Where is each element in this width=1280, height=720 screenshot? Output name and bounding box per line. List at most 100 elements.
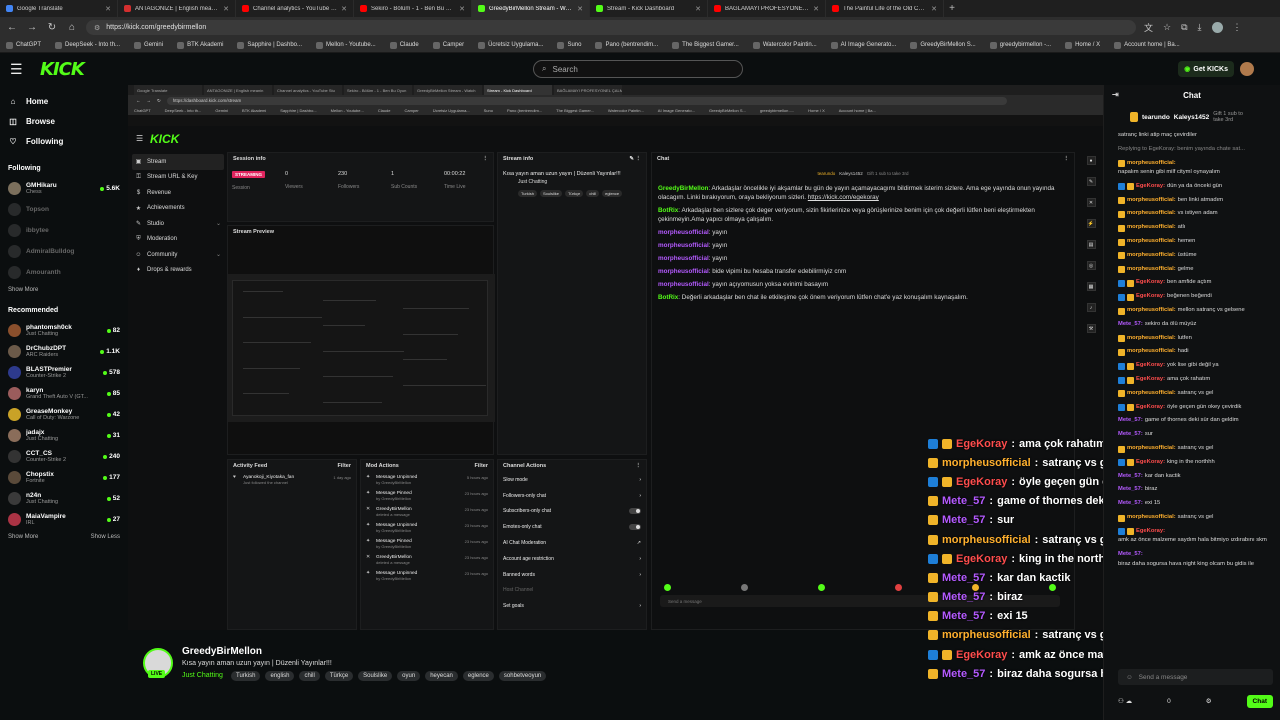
- stream-tag[interactable]: Soulslike: [358, 671, 393, 681]
- tab-close-icon[interactable]: ✕: [223, 5, 229, 13]
- show-more-recommended-link[interactable]: Show More: [8, 534, 38, 540]
- sidebar-nav-browse[interactable]: ◫ Browse: [8, 111, 120, 131]
- browser-tab[interactable]: Channel analytics - YouTube Studi ✕: [236, 0, 354, 17]
- channel-item[interactable]: jadajx Just Chatting 31: [8, 425, 120, 446]
- bookmark-item[interactable]: Pano (bentrendim...: [595, 41, 658, 49]
- chat-input[interactable]: ☺ Send a message: [1118, 669, 1273, 685]
- emoji-icon[interactable]: ☺: [1126, 674, 1133, 681]
- url-field[interactable]: ⚙ https://kick.com/greedybirmellon: [86, 20, 1136, 35]
- browser-tab[interactable]: ANTAGONIZE | English meaning - ✕: [118, 0, 236, 17]
- channel-item[interactable]: BLASTPremier Counter-Strike 2 578: [8, 362, 120, 383]
- browser-tab[interactable]: GreedyBirMellon Stream - Watch ✕: [472, 0, 590, 17]
- reload-icon[interactable]: ↻: [46, 22, 58, 33]
- bookmark-star-icon[interactable]: ☆: [1163, 22, 1171, 33]
- chat-username[interactable]: EgeKoray:: [1136, 376, 1165, 384]
- forward-icon[interactable]: →: [26, 22, 38, 33]
- chat-username[interactable]: Mete_57:: [1118, 431, 1143, 439]
- chat-username[interactable]: morpheusofficial:: [1127, 238, 1176, 246]
- chat-username[interactable]: morpheusofficial:: [1127, 390, 1176, 398]
- bookmark-item[interactable]: Claude: [389, 41, 419, 49]
- get-kicks-button[interactable]: ◉ Get KICKs: [1178, 61, 1234, 77]
- channel-item[interactable]: DrChubzDPT ARC Raiders 1.1K: [8, 341, 120, 362]
- tab-close-icon[interactable]: ✕: [813, 5, 819, 13]
- chat-username[interactable]: morpheusofficial:: [1127, 266, 1176, 274]
- channel-item[interactable]: phantomsh0ck Just Chatting 82: [8, 320, 120, 341]
- bookmark-item[interactable]: Ücretsiz Uygulama...: [478, 41, 543, 49]
- tab-close-icon[interactable]: ✕: [577, 5, 583, 13]
- channel-item[interactable]: CCT_CS Counter-Strike 2 240: [8, 446, 120, 467]
- chat-username[interactable]: morpheusofficial:: [1127, 445, 1176, 453]
- home-icon[interactable]: ⌂: [66, 22, 78, 33]
- tab-close-icon[interactable]: ✕: [459, 5, 465, 13]
- search-input[interactable]: ⌕ Search: [533, 60, 743, 78]
- tab-close-icon[interactable]: ✕: [695, 5, 701, 13]
- bookmark-item[interactable]: Account home | Ba...: [1114, 41, 1180, 49]
- stream-tag[interactable]: Turkish: [231, 671, 261, 681]
- bookmark-item[interactable]: GreedyBirMellon S...: [910, 41, 976, 49]
- browser-tab[interactable]: BAĞLAMAYI PROFESYONEL ÇALM ✕: [708, 0, 826, 17]
- stream-tag[interactable]: oyun: [397, 671, 421, 681]
- tab-close-icon[interactable]: ✕: [931, 5, 937, 13]
- chat-username[interactable]: Mete_57:: [1118, 486, 1143, 494]
- chat-username[interactable]: morpheusofficial:: [1127, 160, 1176, 168]
- back-icon[interactable]: ←: [6, 22, 18, 33]
- sidebar-nav-home[interactable]: ⌂ Home: [8, 91, 120, 111]
- chat-settings-icon[interactable]: ⚙: [1206, 697, 1212, 705]
- translate-icon[interactable]: 文: [1144, 21, 1153, 34]
- chat-username[interactable]: morpheusofficial:: [1127, 224, 1176, 232]
- chat-username[interactable]: morpheusofficial:: [1127, 348, 1176, 356]
- chat-username[interactable]: EgeKoray:: [1136, 293, 1165, 301]
- bookmark-item[interactable]: greedybirmellon -...: [989, 41, 1051, 49]
- chat-username[interactable]: EgeKoray:: [1136, 362, 1165, 370]
- bookmark-item[interactable]: Gemini: [134, 41, 163, 49]
- chat-username[interactable]: EgeKoray:: [1136, 404, 1165, 412]
- bookmark-item[interactable]: Sapphire | Dashbo...: [237, 41, 302, 49]
- extensions-icon[interactable]: ⧉: [1181, 22, 1187, 33]
- chat-username[interactable]: Mete_57:: [1118, 417, 1143, 425]
- chat-username[interactable]: morpheusofficial:: [1127, 335, 1176, 343]
- bookmark-item[interactable]: Watercolor Paintin...: [752, 41, 817, 49]
- chat-username[interactable]: Mete_57:: [1118, 473, 1143, 481]
- channel-item[interactable]: AdmiralBulldog: [8, 241, 120, 262]
- sidebar-nav-following[interactable]: ♡ Following: [8, 131, 120, 151]
- chat-username[interactable]: morpheusofficial:: [1127, 210, 1176, 218]
- chat-username[interactable]: EgeKoray:: [1136, 183, 1165, 191]
- channel-item[interactable]: Topson: [8, 199, 120, 220]
- browser-tab[interactable]: The Painful Life of the Old Couple ✕: [826, 0, 944, 17]
- channel-item[interactable]: n24n Just Chatting 52: [8, 488, 120, 509]
- pinned-gift-banner[interactable]: tearundo Kaleys1452 Gift 1 sub to take 3…: [1104, 105, 1280, 129]
- show-more-following-link[interactable]: Show More: [8, 287, 38, 293]
- chat-username[interactable]: EgeKoray:: [1136, 459, 1165, 467]
- chat-username[interactable]: morpheusofficial:: [1127, 197, 1176, 205]
- profile-avatar[interactable]: [1211, 22, 1223, 33]
- browser-tab[interactable]: Stream - Kick Dashboard ✕: [590, 0, 708, 17]
- chat-send-button[interactable]: Chat: [1246, 694, 1273, 708]
- stream-tag[interactable]: sohbetveoyun: [498, 671, 547, 681]
- chat-username[interactable]: Mete_57:: [1118, 321, 1143, 329]
- chat-username[interactable]: EgeKoray:: [1136, 528, 1165, 536]
- stream-tag[interactable]: chill: [299, 671, 320, 681]
- chat-username[interactable]: EgeKoray:: [1136, 279, 1165, 287]
- bookmark-item[interactable]: Camper: [432, 41, 464, 49]
- channel-item[interactable]: karyn Grand Theft Auto V (GT... 85: [8, 383, 120, 404]
- chat-username[interactable]: morpheusofficial:: [1127, 252, 1176, 260]
- stream-tag[interactable]: Türkçe: [324, 671, 354, 681]
- chat-username[interactable]: morpheusofficial:: [1127, 307, 1176, 315]
- hamburger-menu-icon[interactable]: ☰: [10, 61, 30, 78]
- browser-tab[interactable]: Sekiro - Bölüm - 1 - Ben Bu Oyunu ✕: [354, 0, 472, 17]
- kicks-balance-icon[interactable]: ⚇ ☁: [1118, 697, 1132, 705]
- channel-item[interactable]: GMHikaru Chess 5.6K: [8, 178, 120, 199]
- kick-logo[interactable]: KICK: [40, 59, 85, 80]
- new-tab-button[interactable]: +: [944, 0, 960, 17]
- channel-item[interactable]: MaiaVampire IRL 27: [8, 509, 120, 530]
- tab-close-icon[interactable]: ✕: [105, 5, 111, 13]
- chat-username[interactable]: morpheusofficial:: [1127, 514, 1176, 522]
- stream-tag[interactable]: eglence: [462, 671, 494, 681]
- stream-tag[interactable]: heyecan: [425, 671, 458, 681]
- bookmark-item[interactable]: The Biggest Gamer...: [672, 41, 739, 49]
- tab-close-icon[interactable]: ✕: [341, 5, 347, 13]
- collapse-chat-icon[interactable]: ⇥: [1112, 90, 1119, 99]
- stream-tag[interactable]: english: [265, 671, 295, 681]
- menu-icon[interactable]: ⋮: [1233, 22, 1242, 33]
- bookmark-item[interactable]: AI Image Generato...: [830, 41, 896, 49]
